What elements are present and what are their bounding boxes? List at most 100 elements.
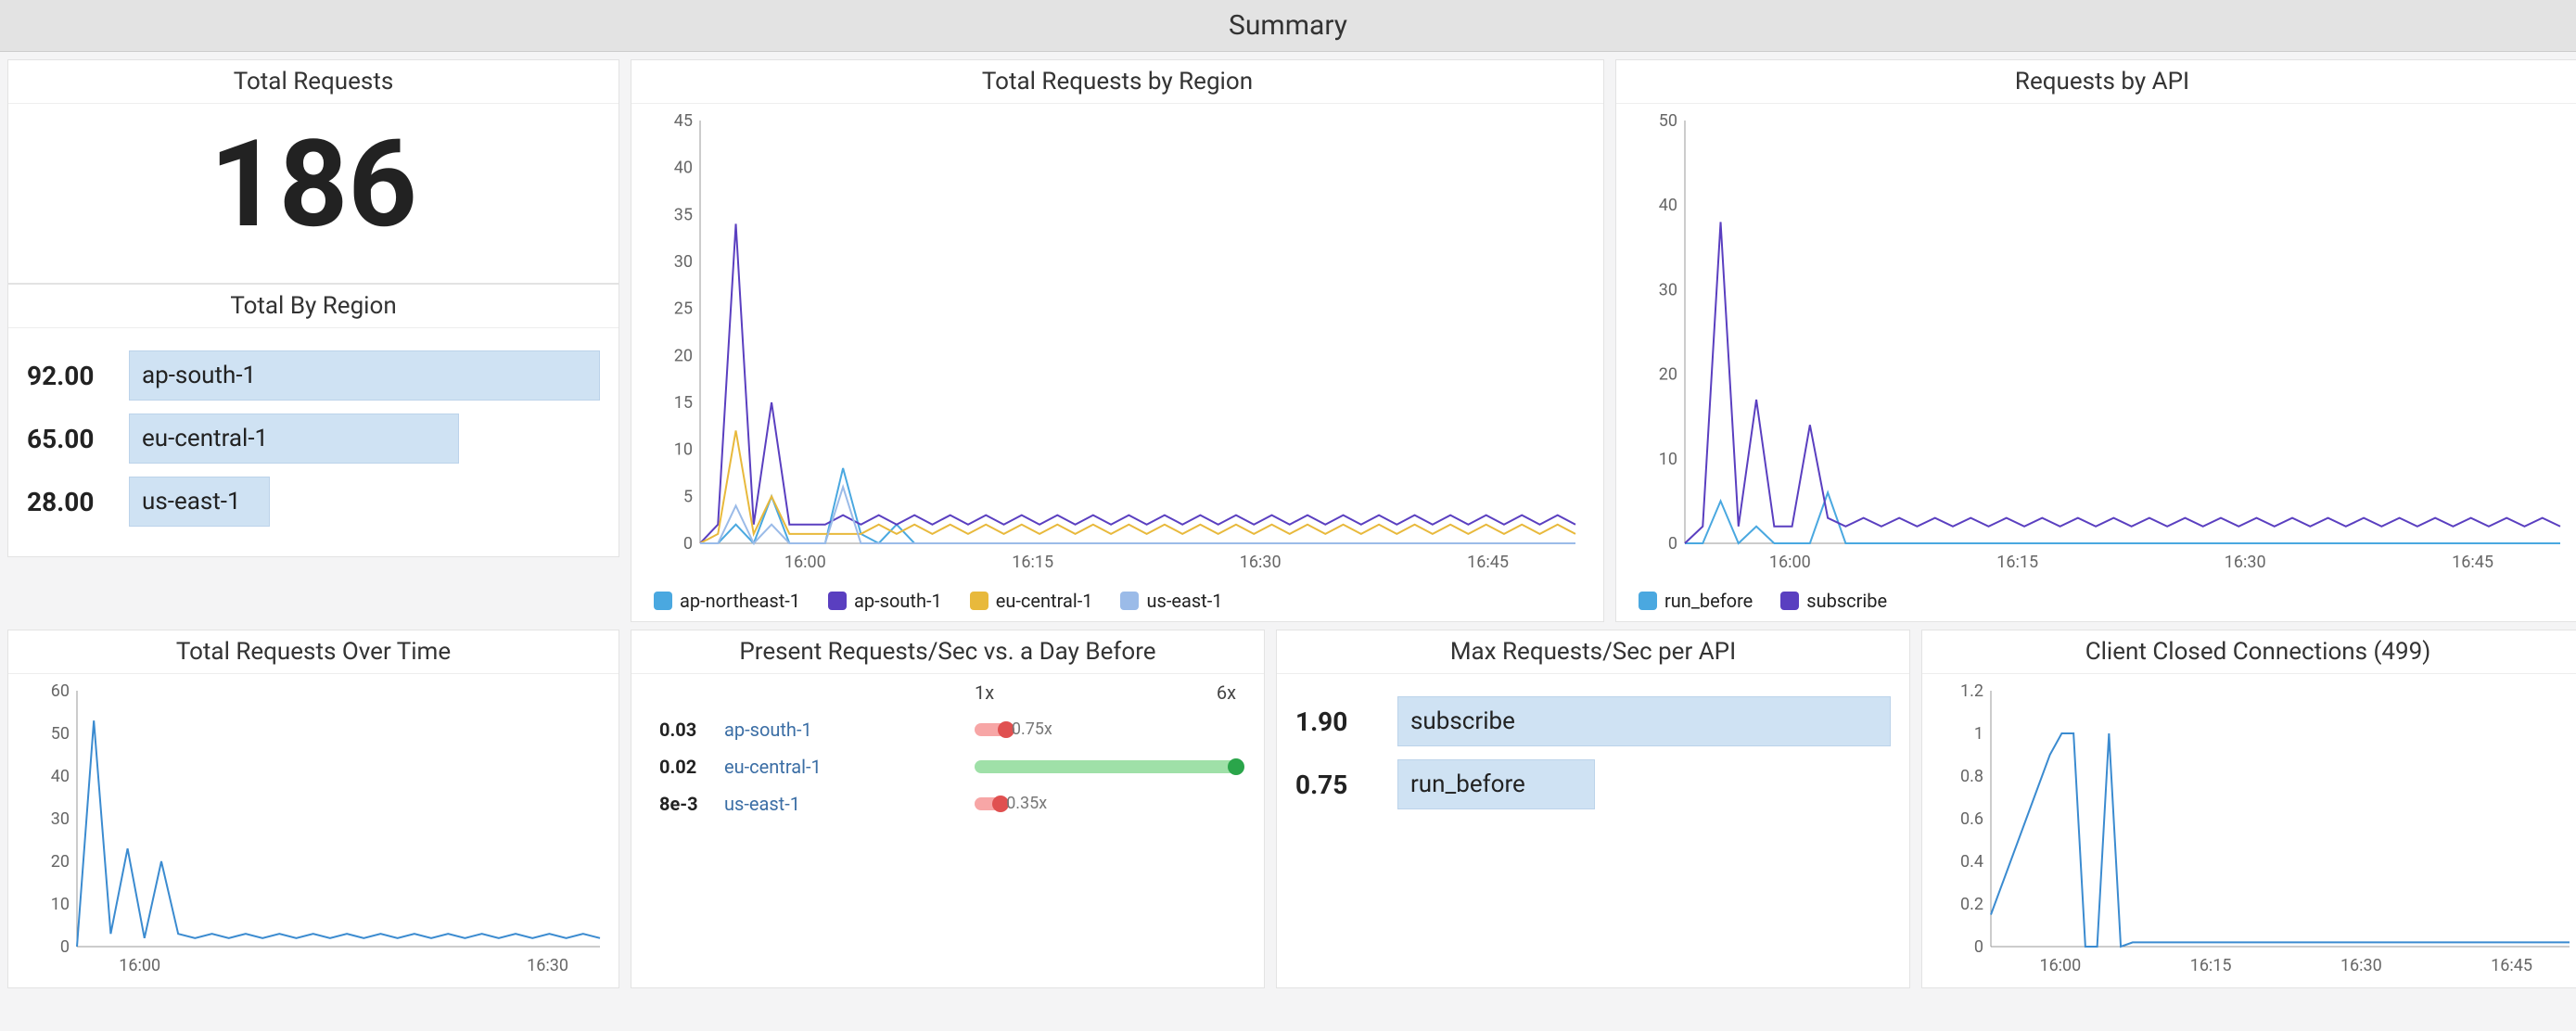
svg-text:16:45: 16:45 — [2491, 956, 2532, 975]
svg-text:30: 30 — [51, 809, 70, 829]
legend-label: subscribe — [1806, 590, 1887, 612]
svg-text:45: 45 — [674, 111, 693, 131]
barlist-track: eu-central-1 — [129, 414, 600, 464]
panel-title-closed-conn: Client Closed Connections (499) — [1922, 630, 2576, 674]
svg-text:30: 30 — [674, 252, 693, 272]
legend-by-api: run_before subscribe — [1616, 584, 2576, 621]
svg-text:30: 30 — [1659, 280, 1677, 299]
legend-item[interactable]: eu-central-1 — [970, 590, 1093, 612]
svg-text:16:00: 16:00 — [1769, 553, 1811, 572]
bullet-track: 0.35x — [975, 797, 1236, 810]
bullet-label: eu-central-1 — [724, 756, 965, 778]
barlist-label: ap-south-1 — [142, 362, 256, 389]
barlist-row: 1.90 subscribe — [1295, 696, 1891, 746]
svg-text:16:30: 16:30 — [2225, 553, 2266, 572]
svg-text:16:00: 16:00 — [784, 553, 826, 572]
svg-text:25: 25 — [674, 299, 693, 319]
legend-swatch — [654, 592, 672, 610]
svg-text:16:45: 16:45 — [2452, 553, 2493, 572]
barlist-row: 28.00us-east-1 — [27, 477, 600, 527]
panel-title-compare: Present Requests/Sec vs. a Day Before — [631, 630, 1264, 674]
svg-text:15: 15 — [674, 393, 693, 413]
svg-text:10: 10 — [1659, 450, 1677, 469]
svg-text:10: 10 — [51, 895, 70, 914]
svg-text:16:30: 16:30 — [2340, 956, 2382, 975]
panel-total-requests: Total Requests 186 — [7, 59, 619, 284]
legend-swatch — [1120, 592, 1139, 610]
svg-text:20: 20 — [1659, 365, 1677, 385]
legend-swatch — [1639, 592, 1657, 610]
chart-by-api: 0102030405016:0016:1516:3016:45 — [1616, 104, 2576, 584]
panel-title-total-by-region: Total By Region — [8, 285, 618, 328]
svg-text:40: 40 — [51, 767, 70, 786]
bullet-row: 0.03ap-south-10.75x — [659, 711, 1236, 748]
svg-text:0: 0 — [1974, 937, 1983, 957]
svg-text:16:00: 16:00 — [119, 956, 160, 975]
svg-text:16:30: 16:30 — [527, 956, 568, 975]
svg-text:40: 40 — [1659, 196, 1677, 215]
barlist-label: eu-central-1 — [142, 425, 268, 452]
bullet-track — [975, 760, 1236, 773]
svg-text:0.8: 0.8 — [1960, 767, 1983, 786]
barlist-row: 0.75 run_before — [1295, 759, 1891, 809]
panel-title-by-api: Requests by API — [1616, 60, 2576, 104]
chart-over-time: 0 10 20 30 40 50 60 16:00 16:30 — [8, 674, 618, 987]
barlist-region: 92.00 ap-south-1 65.00 eu-central-1 28.00us-… — [8, 328, 618, 556]
svg-text:40: 40 — [674, 159, 693, 178]
svg-text:0.4: 0.4 — [1960, 852, 1983, 872]
legend-item[interactable]: ap-south-1 — [828, 590, 942, 612]
legend-item[interactable]: run_before — [1639, 590, 1753, 612]
bullet-row: 8e-3us-east-10.35x — [659, 785, 1236, 822]
svg-text:60: 60 — [51, 681, 70, 701]
barlist-row: 65.00 eu-central-1 — [27, 414, 600, 464]
svg-text:50: 50 — [1659, 111, 1677, 131]
svg-text:0.2: 0.2 — [1960, 895, 1983, 914]
svg-text:35: 35 — [674, 205, 693, 224]
svg-text:20: 20 — [51, 852, 70, 872]
barlist-api: 1.90 subscribe 0.75 run_before — [1277, 674, 1909, 839]
legend-item[interactable]: subscribe — [1780, 590, 1887, 612]
svg-text:0.6: 0.6 — [1960, 809, 1983, 829]
legend-swatch — [970, 592, 988, 610]
panel-max-per-api: Max Requests/Sec per API 1.90subscribe0.… — [1276, 630, 1910, 988]
barlist-value: 65.00 — [27, 424, 110, 454]
legend-item[interactable]: us-east-1 — [1120, 590, 1222, 612]
panel-title-by-region: Total Requests by Region — [631, 60, 1603, 104]
barlist-label: run_before — [1410, 770, 1525, 798]
summary-title: Summary — [1229, 9, 1347, 42]
svg-text:5: 5 — [683, 487, 693, 506]
panel-closed-conn: Client Closed Connections (499) 0 0.2 0.4 0… — [1921, 630, 2576, 988]
svg-text:16:15: 16:15 — [1012, 553, 1053, 572]
barlist-value: 1.90 — [1295, 706, 1379, 737]
bullet-value: 8e-3 — [659, 793, 715, 815]
bullet-axis-header: 1x 6x — [631, 674, 1264, 707]
legend-by-region: ap-northeast-1 ap-south-1 eu-central-1 us-e… — [631, 584, 1603, 621]
svg-text:50: 50 — [51, 724, 70, 744]
panel-title-over-time: Total Requests Over Time — [8, 630, 618, 674]
bullet-bar — [975, 760, 1236, 773]
barlist-value: 28.00 — [27, 487, 110, 517]
barlist-row: 92.00 ap-south-1 — [27, 350, 600, 401]
barlist-value: 0.75 — [1295, 770, 1379, 800]
legend-swatch — [828, 592, 847, 610]
barlist-value: 92.00 — [27, 361, 110, 391]
barlist-track: subscribe — [1397, 696, 1891, 746]
svg-text:1: 1 — [1974, 724, 1983, 744]
panel-compare: Present Requests/Sec vs. a Day Before 1x… — [631, 630, 1265, 988]
bullet-value: 0.02 — [659, 756, 715, 778]
bullet-annotation: 0.35x — [1006, 794, 1047, 813]
bullet-rows: 0.03ap-south-10.75x 0.02 eu-central-1 8e-3u… — [631, 707, 1264, 841]
svg-text:16:15: 16:15 — [2190, 956, 2232, 975]
svg-text:10: 10 — [674, 440, 693, 460]
svg-text:20: 20 — [674, 346, 693, 365]
svg-text:16:30: 16:30 — [1240, 553, 1282, 572]
svg-text:0: 0 — [60, 937, 70, 957]
svg-text:0: 0 — [683, 534, 693, 554]
bullet-dot — [1228, 758, 1244, 775]
svg-text:1.2: 1.2 — [1960, 681, 1983, 701]
barlist-track: run_before — [1397, 759, 1891, 809]
legend-item[interactable]: ap-northeast-1 — [654, 590, 800, 612]
left-column: Total Requests 186 Total By Region 92.00… — [7, 59, 619, 622]
bullet-axis-max: 6x — [1217, 681, 1236, 704]
panel-by-api-chart: Requests by API 0102030405016:0016:1516:… — [1615, 59, 2576, 622]
